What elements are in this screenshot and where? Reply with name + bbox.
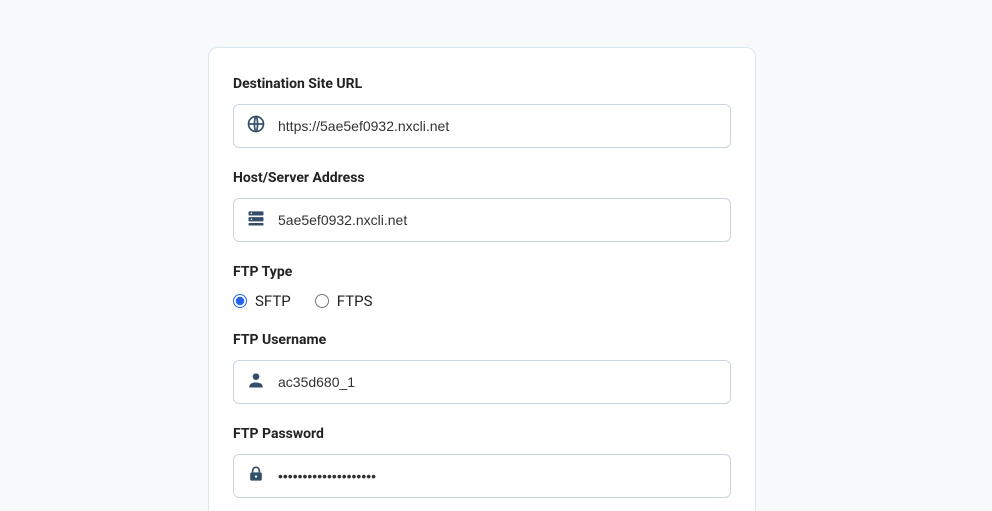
field-destination-url: Destination Site URL xyxy=(233,76,731,148)
field-password: FTP Password xyxy=(233,426,731,498)
globe-icon xyxy=(246,114,266,138)
field-host: Host/Server Address xyxy=(233,170,731,242)
label-destination-url: Destination Site URL xyxy=(233,76,731,92)
field-ftp-type: FTP Type SFTP FTPS xyxy=(233,264,731,310)
radio-sftp-input[interactable] xyxy=(233,294,247,308)
label-host: Host/Server Address xyxy=(233,170,731,186)
server-icon xyxy=(246,208,266,232)
ftp-type-radio-group: SFTP FTPS xyxy=(233,292,731,310)
radio-option-sftp[interactable]: SFTP xyxy=(233,292,291,310)
connection-form-panel: Destination Site URL Host/Server Address xyxy=(208,47,756,511)
input-wrap-password[interactable] xyxy=(233,454,731,498)
label-username: FTP Username xyxy=(233,332,731,348)
radio-option-ftps[interactable]: FTPS xyxy=(315,292,373,310)
host-input[interactable] xyxy=(278,199,718,241)
destination-url-input[interactable] xyxy=(278,105,718,147)
radio-sftp-label: SFTP xyxy=(255,292,291,310)
user-icon xyxy=(246,370,266,394)
password-input[interactable] xyxy=(278,455,718,497)
radio-ftps-input[interactable] xyxy=(315,294,329,308)
input-wrap-destination-url[interactable] xyxy=(233,104,731,148)
label-ftp-type: FTP Type xyxy=(233,264,731,280)
field-username: FTP Username xyxy=(233,332,731,404)
username-input[interactable] xyxy=(278,361,718,403)
input-wrap-username[interactable] xyxy=(233,360,731,404)
lock-icon xyxy=(246,464,266,488)
label-password: FTP Password xyxy=(233,426,731,442)
radio-ftps-label: FTPS xyxy=(337,292,373,310)
input-wrap-host[interactable] xyxy=(233,198,731,242)
